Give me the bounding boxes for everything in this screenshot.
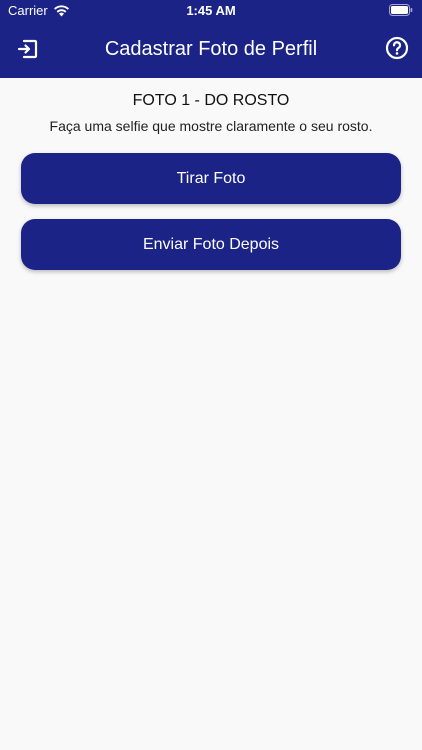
page-title: Cadastrar Foto de Perfil <box>104 38 318 60</box>
section-title: FOTO 1 - DO ROSTO <box>132 92 290 109</box>
exit-icon[interactable] <box>16 37 40 61</box>
status-bar: Carrier 1:45 AM <box>0 0 422 22</box>
nav-bar: Cadastrar Foto de Perfil <box>0 22 422 78</box>
send-photo-later-button[interactable]: Enviar Foto Depois <box>21 219 401 270</box>
help-icon[interactable] <box>385 36 409 60</box>
battery-icon <box>389 4 413 16</box>
status-time: 1:45 AM <box>186 3 236 18</box>
instruction-text: Faça uma selfie que mostre claramente o … <box>49 118 373 134</box>
app-header: Carrier 1:45 AM Cadastrar Foto de Perfil <box>0 0 422 78</box>
take-photo-button[interactable]: Tirar Foto <box>21 153 401 204</box>
